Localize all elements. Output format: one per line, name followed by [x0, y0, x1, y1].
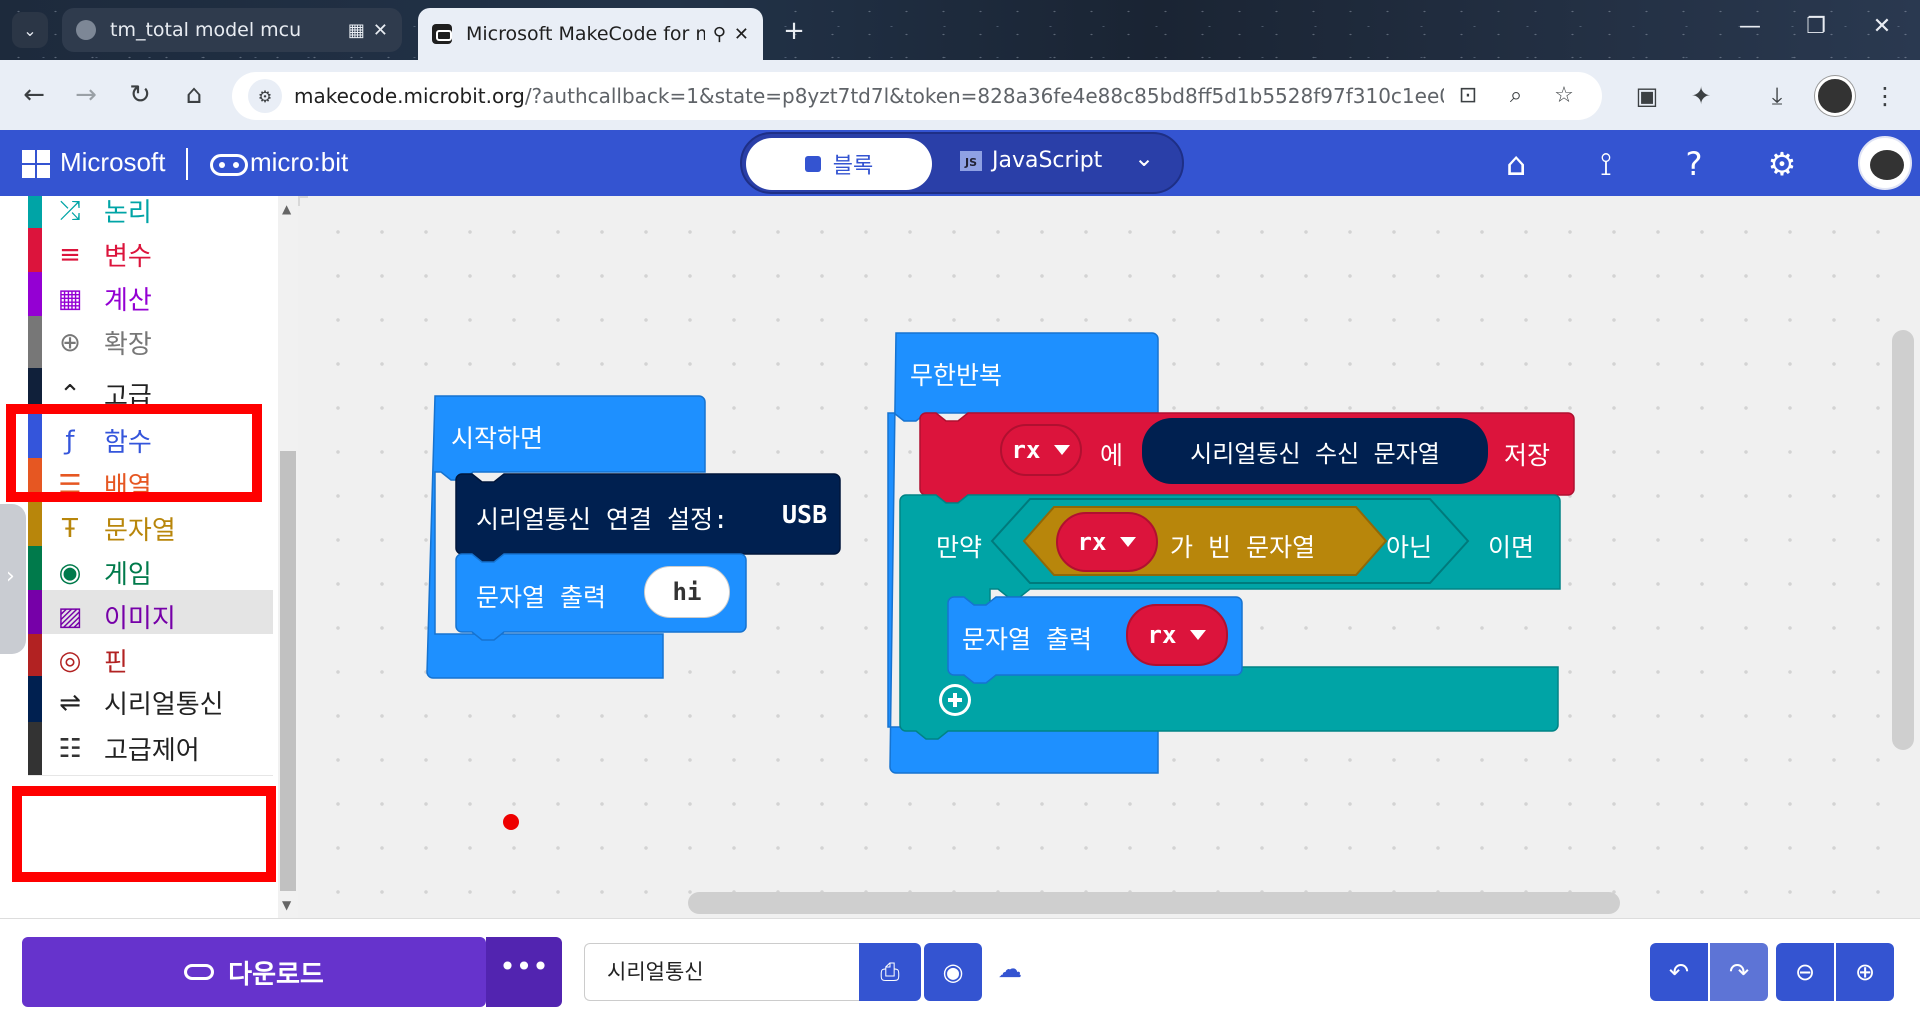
highlight-box-serial	[12, 786, 276, 882]
serial-read-string-label: 시리얼통신 수신 문자열	[1190, 439, 1440, 468]
is-empty-label: 가 빈 문자열	[1170, 533, 1316, 562]
github-icon[interactable]: ◉	[924, 943, 982, 1001]
undo-icon[interactable]: ↶	[1650, 943, 1708, 1001]
not-label: 아닌	[1386, 533, 1433, 562]
write-line-label: 문자열 출력	[476, 583, 607, 612]
rx-variable-dropdown[interactable]: rx	[1056, 512, 1158, 572]
zoom-in-icon[interactable]: ⊕	[1836, 943, 1894, 1001]
editor-footer: 다운로드 ••• 시리얼통신 ⎙ ◉ ☁ ↶ ↷ ⊖ ⊕	[0, 918, 1920, 1015]
project-name-input[interactable]: 시리얼통신	[584, 943, 859, 1001]
download-label: 다운로드	[228, 959, 324, 990]
then-label: 이면	[1488, 533, 1535, 562]
usb-label[interactable]: USB	[782, 500, 827, 529]
string-hi-input[interactable]: hi	[644, 566, 730, 618]
save-disk-icon[interactable]: ⎙	[859, 943, 921, 1001]
rx-variable-label: rx	[1011, 436, 1041, 464]
cloud-sync-icon[interactable]: ☁	[998, 955, 1026, 983]
zoom-out-icon[interactable]: ⊖	[1776, 943, 1834, 1001]
rx-variable-dropdown[interactable]: rx	[1126, 604, 1228, 666]
serial-redirect-label: 시리얼통신 연결 설정:	[476, 505, 729, 534]
plus-icon-v	[953, 693, 957, 707]
set-to-label: 에	[1100, 441, 1124, 470]
on-start-label: 시작하면	[451, 424, 544, 453]
save-label: 저장	[1504, 441, 1551, 470]
cursor-marker	[503, 814, 519, 830]
rx-variable-dropdown[interactable]: rx	[1000, 424, 1082, 476]
string-hi-value: hi	[672, 578, 702, 606]
redo-icon[interactable]: ↷	[1710, 943, 1768, 1001]
blocks-canvas	[426, 332, 1575, 774]
link-icon	[184, 964, 215, 980]
download-more-button[interactable]: •••	[486, 937, 562, 1007]
if-label: 만약	[936, 533, 983, 562]
forever-label: 무한반복	[910, 361, 1003, 390]
write-line-label: 문자열 출력	[962, 625, 1093, 654]
highlight-box-advanced	[6, 404, 262, 502]
rx-variable-label: rx	[1147, 621, 1177, 649]
rx-variable-label: rx	[1077, 528, 1107, 556]
serial-read-string-block[interactable]: 시리얼통신 수신 문자열	[1142, 418, 1488, 484]
download-button[interactable]: 다운로드	[22, 937, 486, 1007]
